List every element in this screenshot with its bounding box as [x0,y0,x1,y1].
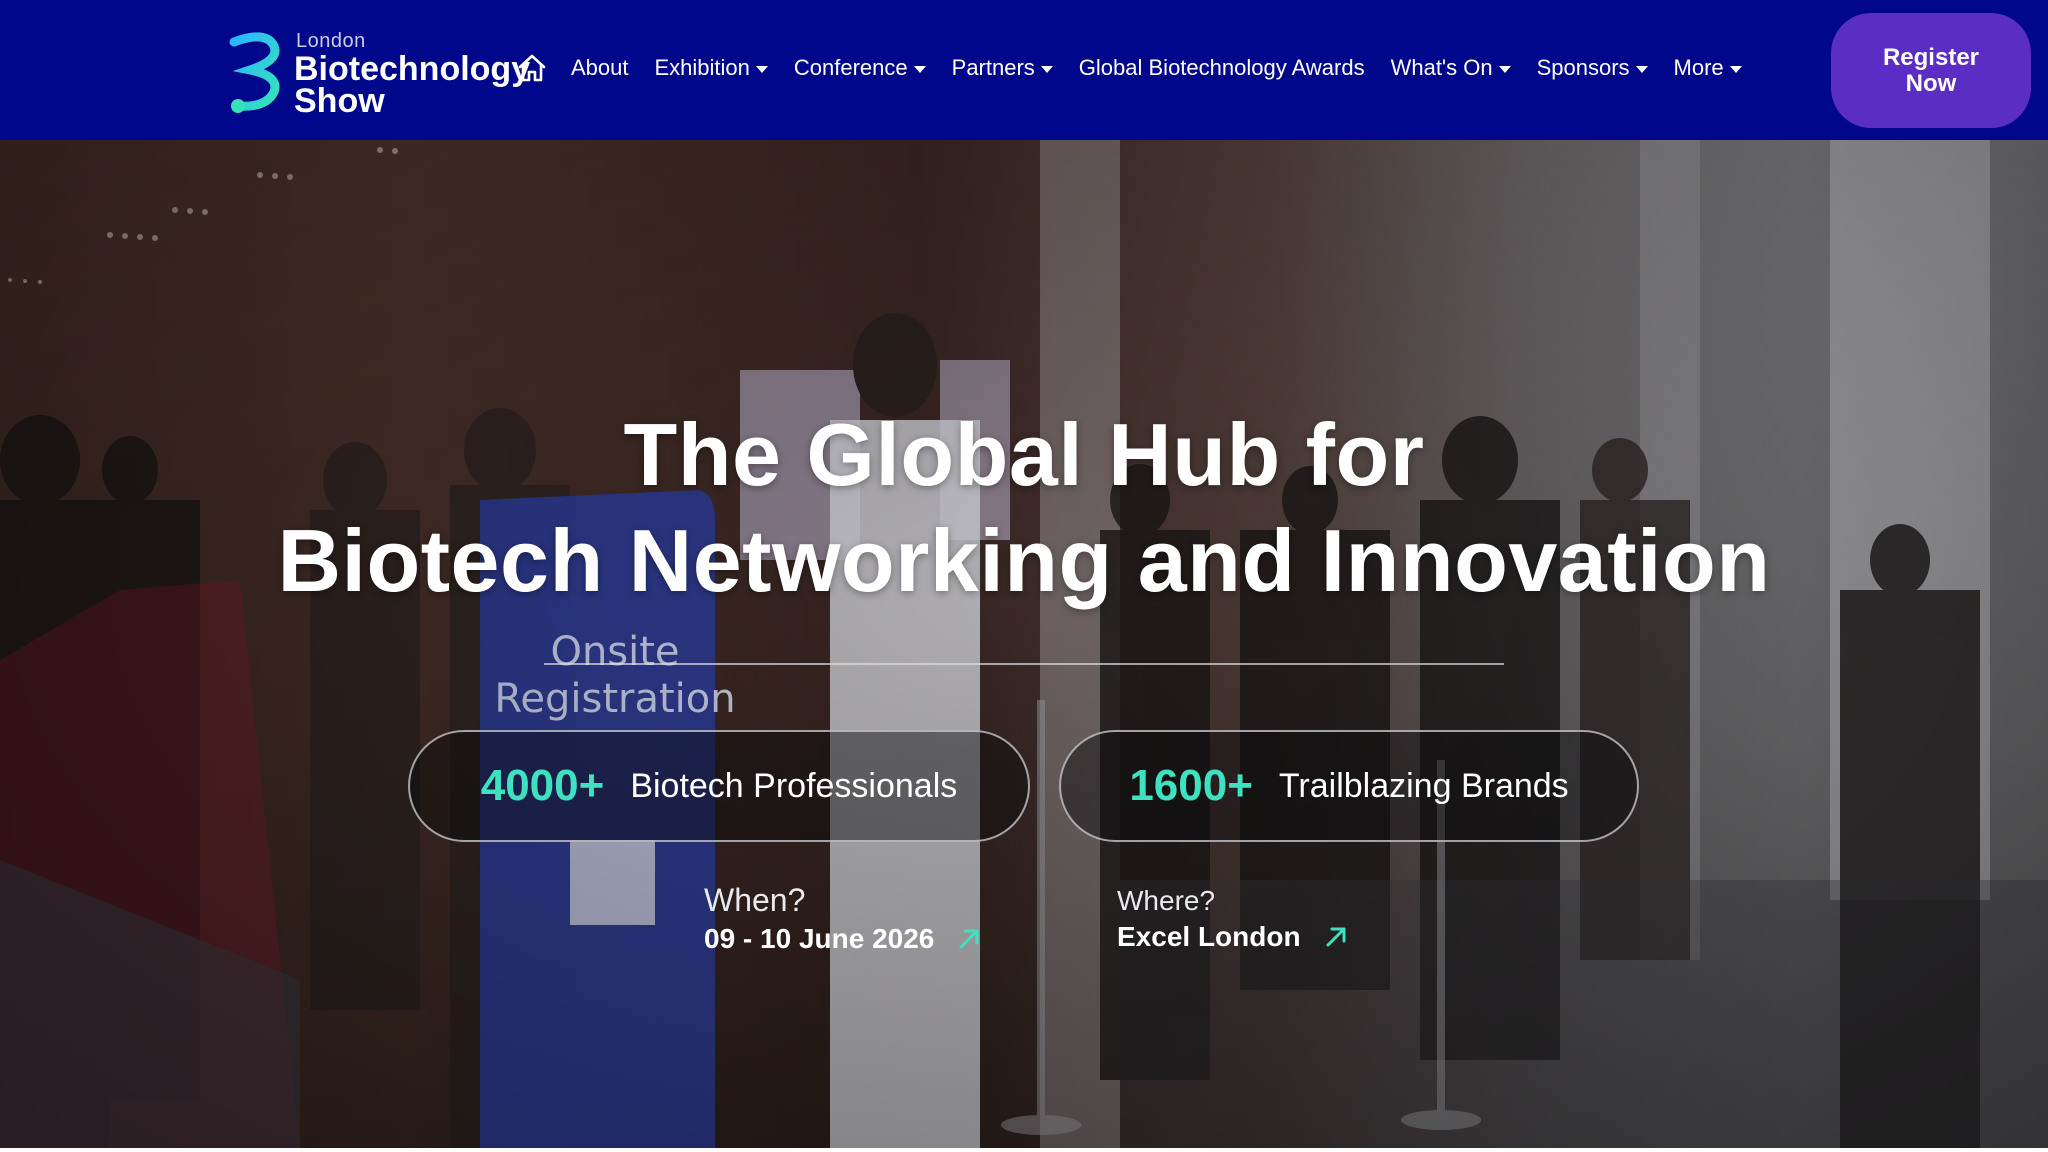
event-when: When? 09 - 10 June 2026 [704,882,982,955]
nav-item-more[interactable]: More [1661,55,1755,81]
logo-title-line2: Show [294,82,385,120]
site-logo[interactable]: London Biotechnology Show [226,26,530,122]
stat-number: 4000+ [480,761,605,810]
arrow-up-right-icon [959,929,979,949]
stat-number: 1600+ [1129,761,1253,810]
stat-label: Biotech Professionals [630,766,958,805]
caret-down-icon [1498,65,1511,73]
nav-item-label: Exhibition [654,55,750,80]
nav-item-label: Sponsors [1536,55,1630,80]
register-now-button[interactable]: Register Now [1831,13,2031,128]
event-venue-link[interactable]: Excel London [1117,921,1349,953]
nav-item-label: Partners [951,55,1035,80]
stat-pill-brands: 1600+ Trailblazing Brands [1059,730,1639,842]
event-date: 09 - 10 June 2026 [704,923,935,954]
nav-item-awards[interactable]: Global Biotechnology Awards [1066,55,1378,81]
hero-divider [544,663,1504,665]
hero-title-line2: Biotech Networking and Innovation [277,511,1771,610]
caret-down-icon [1729,65,1742,73]
home-icon [518,54,546,82]
home-link[interactable] [514,50,550,86]
nav-item-label: About [571,55,629,80]
nav-item-conference[interactable]: Conference [781,55,939,81]
main-nav: About Exhibition Conference Partners Glo… [558,50,1755,86]
nav-item-label: Conference [793,55,908,80]
hero-title: The Global Hub for Biotech Networking an… [0,402,2048,614]
dna-logo-icon [229,32,280,113]
caret-down-icon [913,65,926,73]
nav-item-label: What's On [1390,55,1493,80]
caret-down-icon [755,65,768,73]
hero-section: Onsite Registration The Global Hub for B… [0,140,2048,1148]
caret-down-icon [1040,65,1053,73]
nav-item-partners[interactable]: Partners [939,55,1066,81]
nav-item-label: Global Biotechnology Awards [1078,55,1365,80]
nav-item-exhibition[interactable]: Exhibition [642,55,781,81]
where-heading: Where? [1117,885,1216,916]
nav-item-sponsors[interactable]: Sponsors [1524,55,1661,81]
arrow-up-right-icon [1326,927,1346,947]
logo-title-line1: Biotechnology [294,50,531,88]
hero-title-line1: The Global Hub for [623,405,1425,504]
caret-down-icon [1635,65,1648,73]
nav-item-label: More [1673,55,1724,80]
register-button-label: Register Now [1882,43,1980,97]
stat-pill-professionals: 4000+ Biotech Professionals [408,730,1030,842]
hero-dark-overlay [0,140,2048,1148]
event-date-link[interactable]: 09 - 10 June 2026 [704,923,982,955]
event-venue: Excel London [1117,921,1301,952]
nav-item-whats-on[interactable]: What's On [1378,55,1524,81]
site-header: London Biotechnology Show About Exhibiti… [0,0,2048,140]
event-where: Where? Excel London [1117,885,1349,953]
when-heading: When? [704,882,806,918]
stat-label: Trailblazing Brands [1278,766,1569,805]
nav-item-about[interactable]: About [558,55,642,81]
